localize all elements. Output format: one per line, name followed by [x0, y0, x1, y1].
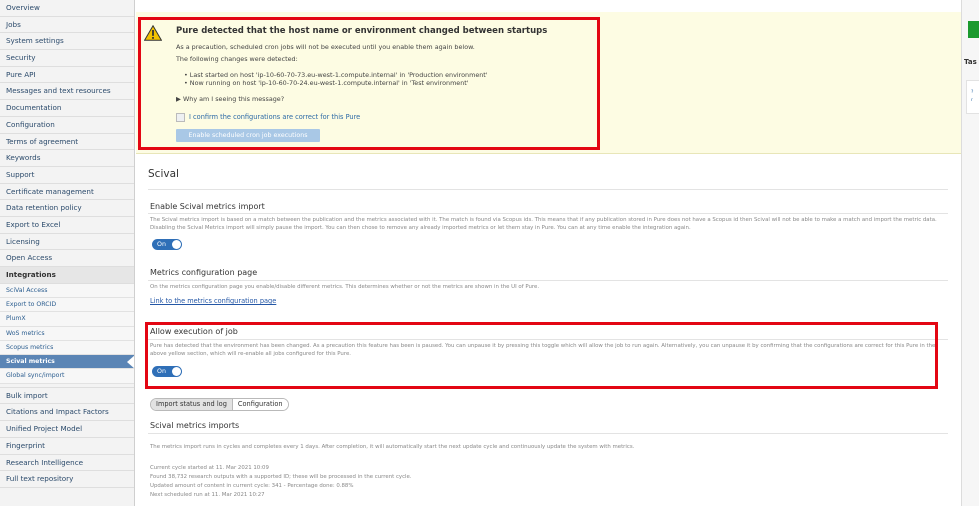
green-action-button[interactable]: [968, 21, 979, 38]
sidebar-item-citations[interactable]: Citations and Impact Factors: [0, 404, 134, 422]
sidebar-item-bulk-import[interactable]: Bulk import: [0, 388, 134, 405]
card-text-fragment: ?: [971, 90, 974, 95]
tab-configuration[interactable]: Configuration: [232, 399, 288, 410]
sidebar-item-licensing[interactable]: Licensing: [0, 234, 134, 251]
divider: [148, 213, 948, 214]
sidebar-item-unified-project-model[interactable]: Unified Project Model: [0, 421, 134, 438]
imports-heading: Scival metrics imports: [150, 421, 240, 430]
sidebar-item-system-settings[interactable]: System settings: [0, 33, 134, 51]
sidebar-item-security[interactable]: Security: [0, 50, 134, 67]
sidebar-section-integrations[interactable]: Integrations: [0, 267, 134, 284]
sidebar-item-open-access[interactable]: Open Access: [0, 250, 134, 267]
sidebar-item-research-intelligence[interactable]: Research Intelligence: [0, 455, 134, 472]
enable-import-description: The Scival metrics import is based on a …: [150, 217, 937, 231]
metrics-config-description: On the metrics configuration page you en…: [150, 284, 540, 290]
sidebar-subitem-export-orcid[interactable]: Export to ORCID: [0, 297, 134, 313]
page-title: Scival: [148, 168, 179, 180]
metrics-config-heading: Metrics configuration page: [150, 268, 258, 277]
card-text-fragment: r: [971, 98, 973, 103]
sidebar-subitem-scival-access[interactable]: SciVal Access: [0, 283, 134, 298]
toggle-knob: [172, 240, 181, 249]
sidebar-item-data-retention[interactable]: Data retention policy: [0, 200, 134, 217]
sidebar-item-certificates[interactable]: Certificate management: [0, 184, 134, 201]
sidebar-item-keywords[interactable]: Keywords: [0, 150, 134, 167]
sidebar-item-export-excel[interactable]: Export to Excel: [0, 217, 134, 234]
sidebar-item-support[interactable]: Support: [0, 167, 134, 184]
annotation-box-allow-job: [145, 322, 938, 389]
sidebar-subitem-global-sync[interactable]: Global sync/import: [0, 369, 134, 384]
sidebar-item-full-text-repository[interactable]: Full text repository: [0, 471, 134, 488]
log-line: Next scheduled run at 11. Mar 2021 10:27: [150, 492, 265, 498]
sidebar-subitem-plumx[interactable]: PlumX: [0, 312, 134, 327]
tab-import-status-and-log[interactable]: Import status and log: [151, 399, 233, 410]
imports-description: The metrics import runs in cycles and co…: [150, 444, 635, 450]
sidebar-item-fingerprint[interactable]: Fingerprint: [0, 438, 134, 455]
right-panel-card: ? r: [966, 80, 979, 114]
log-line: Current cycle started at 11. Mar 2021 10…: [150, 465, 269, 471]
divider: [148, 189, 948, 190]
admin-sidebar: Overview Jobs System settings Security P…: [0, 0, 135, 506]
sidebar-item-jobs[interactable]: Jobs: [0, 17, 134, 34]
sidebar-subitem-scopus-metrics[interactable]: Scopus metrics: [0, 340, 134, 356]
log-line: Updated amount of content in current cyc…: [150, 483, 354, 489]
sidebar-item-configuration[interactable]: Configuration: [0, 117, 134, 134]
sidebar-item-messages[interactable]: Messages and text resources: [0, 83, 134, 101]
sidebar-item-terms[interactable]: Terms of agreement: [0, 134, 134, 151]
sidebar-subitem-scival-metrics[interactable]: Scival metrics: [0, 355, 134, 370]
sidebar-item-overview[interactable]: Overview: [0, 0, 134, 17]
metrics-config-link[interactable]: Link to the metrics configuration page: [150, 297, 276, 305]
divider: [148, 433, 948, 434]
enable-import-toggle[interactable]: On: [152, 239, 182, 250]
sidebar-item-pure-api[interactable]: Pure API: [0, 67, 134, 84]
import-tabs: Import status and log Configuration: [150, 398, 289, 411]
divider: [148, 280, 948, 281]
right-panel-heading: Tas: [964, 58, 977, 66]
log-line: Found 38,732 research outputs with a sup…: [150, 474, 412, 480]
sidebar-item-documentation[interactable]: Documentation: [0, 100, 134, 117]
annotation-box-warning: [138, 17, 600, 150]
sidebar-subitem-wos-metrics[interactable]: WoS metrics: [0, 326, 134, 341]
toggle-on-label: On: [157, 241, 166, 248]
right-side-panel: Tas ? r: [961, 0, 979, 506]
enable-import-heading: Enable Scival metrics import: [150, 202, 265, 211]
